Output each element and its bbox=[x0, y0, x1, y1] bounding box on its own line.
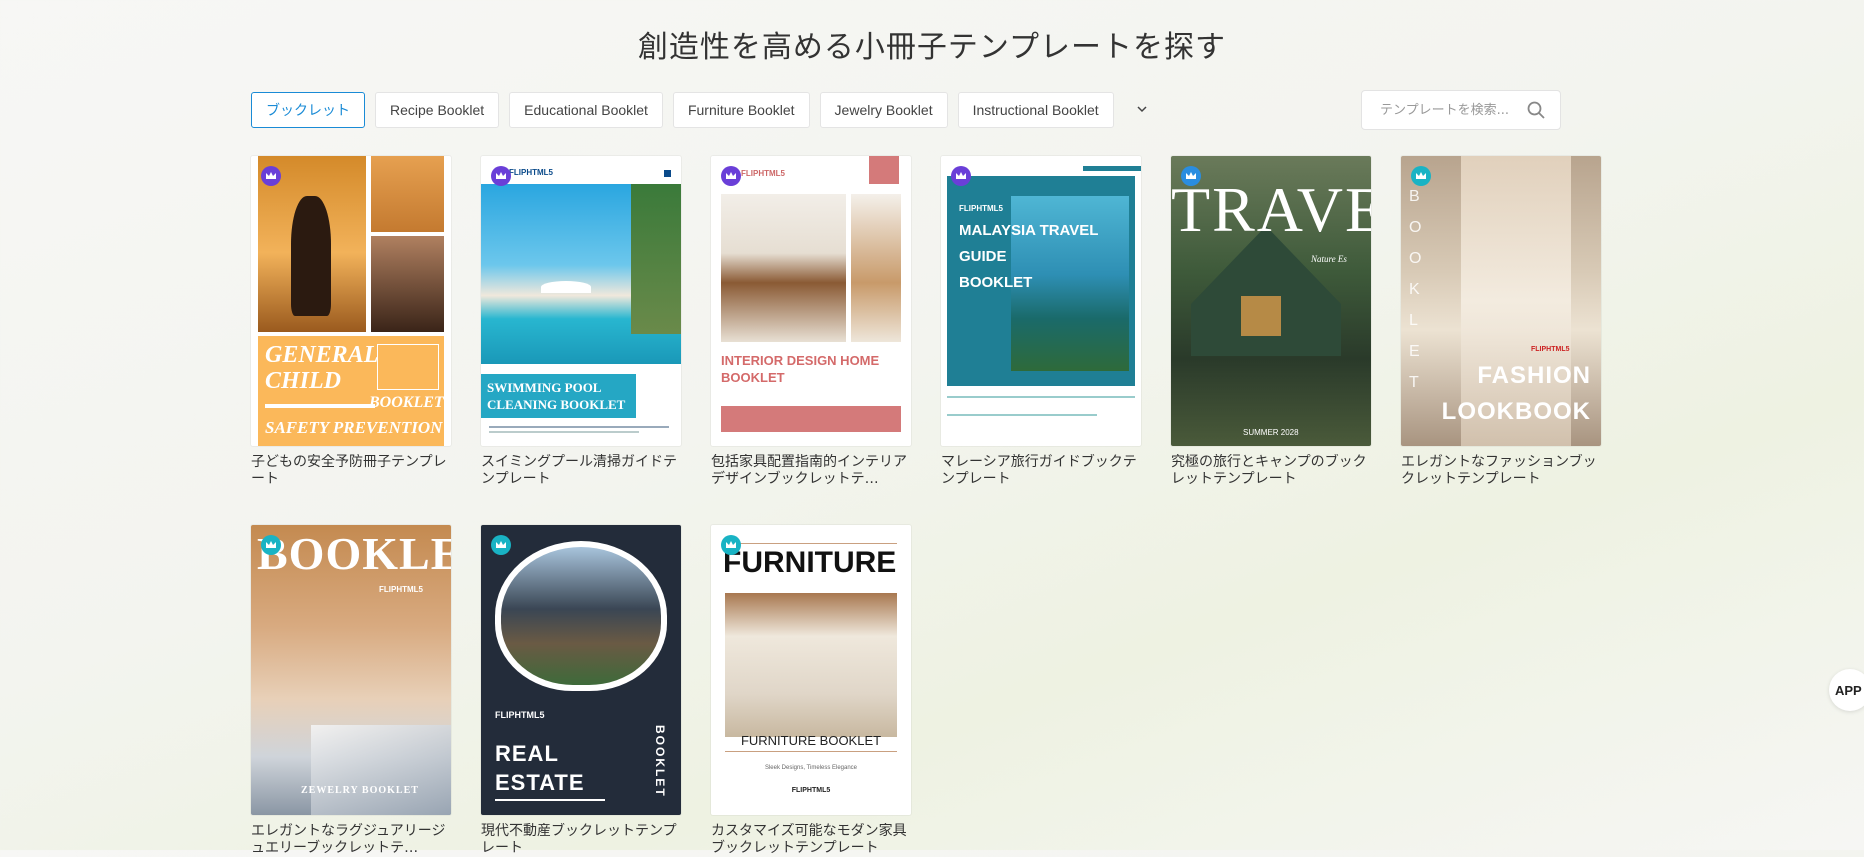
template-card[interactable]: BOOKLET FLIPHTML5 ZEWELRY BOOKLET エレガントな… bbox=[251, 525, 451, 857]
template-search bbox=[1361, 90, 1561, 130]
cover-brand: FLIPHTML5 bbox=[509, 168, 553, 177]
template-title[interactable]: 現代不動産ブックレットテンプレート bbox=[481, 823, 681, 857]
template-title[interactable]: スイミングプール清掃ガイドテンプレート bbox=[481, 454, 681, 488]
crown-icon bbox=[266, 541, 276, 548]
filter-instructional-booklet[interactable]: Instructional Booklet bbox=[957, 92, 1114, 128]
premium-badge bbox=[261, 535, 281, 555]
crown-icon bbox=[956, 172, 966, 179]
template-thumbnail[interactable]: TRAVE Nature Es SUMMER 2028 bbox=[1171, 156, 1371, 446]
template-card[interactable]: BOOKLET FLIPHTML5 FASHION LOOKBOOK エレガント… bbox=[1401, 156, 1601, 488]
search-input[interactable] bbox=[1378, 101, 1532, 119]
premium-badge bbox=[721, 535, 741, 555]
filter-recipe-booklet[interactable]: Recipe Booklet bbox=[375, 92, 500, 128]
cover-brand: FLIPHTML5 bbox=[1531, 346, 1570, 353]
cover-brand: FLIPHTML5 bbox=[959, 204, 1003, 213]
cover-heading: INTERIOR DESIGN HOME bbox=[721, 353, 880, 368]
cover-heading: GENERAL bbox=[265, 342, 379, 368]
template-thumbnail[interactable]: FLIPHTML5 MALAYSIA TRAVEL GUIDE BOOKLET bbox=[941, 156, 1141, 446]
cover-heading: MALAYSIA TRAVEL GUIDE bbox=[959, 222, 1099, 265]
cover-brand: FLIPHTML5 bbox=[741, 169, 785, 178]
page-title: 創造性を高める小冊子テンプレートを探す bbox=[637, 30, 1227, 65]
premium-badge bbox=[951, 166, 971, 186]
cover-heading: BOOKLET bbox=[257, 528, 451, 579]
cover-tag: BOOKLET bbox=[369, 394, 444, 411]
template-title[interactable]: エレガントなラグジュアリージュエリーブックレットテ… bbox=[251, 823, 451, 857]
cover-heading: ESTATE bbox=[495, 770, 585, 795]
cover-brand: FLIPHTML5 bbox=[379, 585, 423, 594]
cover-heading: CLEANING BOOKLET bbox=[487, 397, 626, 412]
cover-heading: CHILD bbox=[265, 368, 342, 394]
cover-heading: BOOKLET bbox=[721, 370, 785, 385]
premium-badge bbox=[1181, 166, 1201, 186]
cover-brand: FLIPHTML5 bbox=[495, 710, 545, 720]
template-card[interactable]: FLIPHTML5 SWIMMING POOL CLEANING BOOKLET… bbox=[481, 156, 681, 488]
cover-subheading: FURNITURE BOOKLET bbox=[740, 733, 882, 748]
template-card[interactable]: FLIPHTML5 MALAYSIA TRAVEL GUIDE BOOKLET … bbox=[941, 156, 1141, 488]
template-thumbnail[interactable]: FLIPHTML5 INTERIOR DESIGN HOME BOOKLET bbox=[711, 156, 911, 446]
cover-footer: SAFETY PREVENTION bbox=[265, 418, 443, 437]
app-download-button[interactable]: APP bbox=[1829, 669, 1864, 711]
template-thumbnail[interactable]: BOOKLET FLIPHTML5 FASHION LOOKBOOK bbox=[1401, 156, 1601, 446]
cover-heading: BOOKLET bbox=[959, 274, 1033, 291]
cover-heading: REAL bbox=[495, 741, 559, 766]
premium-badge bbox=[261, 166, 281, 186]
premium-badge bbox=[491, 166, 511, 186]
template-card[interactable]: TRAVE Nature Es SUMMER 2028 究極の旅行とキャンプのブ… bbox=[1171, 156, 1371, 488]
premium-badge bbox=[1411, 166, 1431, 186]
template-thumbnail[interactable]: FLIPHTML5 REAL ESTATE BOOKLET bbox=[481, 525, 681, 815]
cover-tagline: Sleek Designs, Timeless Elegance bbox=[764, 765, 858, 771]
cover-heading: SWIMMING POOL bbox=[487, 380, 602, 395]
crown-icon bbox=[1186, 172, 1196, 179]
cover-vertical-text: BOOKLET bbox=[1409, 188, 1422, 391]
filter-educational-booklet[interactable]: Educational Booklet bbox=[509, 92, 663, 128]
cover-subtitle: Nature Es bbox=[1311, 254, 1347, 264]
premium-badge bbox=[721, 166, 741, 186]
template-thumbnail[interactable]: GENERAL CHILD BOOKLET SAFETY PREVENTION bbox=[251, 156, 451, 446]
template-card[interactable]: FLIPHTML5 REAL ESTATE BOOKLET 現代不動産ブックレッ… bbox=[481, 525, 681, 857]
template-thumbnail[interactable]: FLIPHTML5 SWIMMING POOL CLEANING BOOKLET bbox=[481, 156, 681, 446]
filter-jewelry-booklet[interactable]: Jewelry Booklet bbox=[819, 92, 948, 128]
cover-footer: SUMMER 2028 bbox=[1243, 428, 1299, 437]
cover-vertical-text: BOOKLET bbox=[653, 725, 667, 798]
search-icon[interactable] bbox=[1526, 100, 1546, 120]
crown-icon bbox=[726, 172, 736, 179]
cover-footer: ZEWELRY BOOKLET bbox=[301, 785, 419, 796]
crown-icon bbox=[1416, 172, 1426, 179]
crown-icon bbox=[726, 541, 736, 548]
template-title[interactable]: カスタマイズ可能なモダン家具ブックレットテンプレート bbox=[711, 823, 911, 857]
cover-heading: TRAVE bbox=[1171, 174, 1371, 245]
template-thumbnail[interactable]: FURNITURE FURNITURE BOOKLET Sleek Design… bbox=[711, 525, 911, 815]
cover-heading: FURNITURE bbox=[723, 546, 897, 579]
template-title[interactable]: エレガントなファッションブックレットテンプレート bbox=[1401, 454, 1601, 488]
template-card[interactable]: FLIPHTML5 INTERIOR DESIGN HOME BOOKLET 包… bbox=[711, 156, 911, 488]
template-title[interactable]: マレーシア旅行ガイドブックテンプレート bbox=[941, 454, 1141, 488]
filter-furniture-booklet[interactable]: Furniture Booklet bbox=[672, 92, 810, 128]
category-filter-bar: ブックレット Recipe Booklet Educational Bookle… bbox=[251, 92, 1160, 128]
cover-heading: LOOKBOOK bbox=[1441, 398, 1591, 425]
crown-icon bbox=[266, 172, 276, 179]
cover-heading: FASHION bbox=[1477, 362, 1591, 389]
template-title[interactable]: 包括家具配置指南的インテリアデザインブックレットテ… bbox=[711, 454, 911, 488]
cover-brand: FLIPHTML5 bbox=[791, 787, 831, 794]
template-title[interactable]: 子どもの安全予防冊子テンプレート bbox=[251, 454, 451, 488]
template-card[interactable]: FURNITURE FURNITURE BOOKLET Sleek Design… bbox=[711, 525, 911, 857]
template-thumbnail[interactable]: BOOKLET FLIPHTML5 ZEWELRY BOOKLET bbox=[251, 525, 451, 815]
filter-booklet[interactable]: ブックレット bbox=[251, 92, 365, 128]
premium-badge bbox=[491, 535, 511, 555]
crown-icon bbox=[496, 172, 506, 179]
chevron-down-icon bbox=[1137, 106, 1147, 113]
crown-icon bbox=[496, 541, 506, 548]
more-filters-button[interactable] bbox=[1124, 92, 1160, 126]
template-card[interactable]: GENERAL CHILD BOOKLET SAFETY PREVENTION … bbox=[251, 156, 451, 488]
template-title[interactable]: 究極の旅行とキャンプのブックレットテンプレート bbox=[1171, 454, 1371, 488]
